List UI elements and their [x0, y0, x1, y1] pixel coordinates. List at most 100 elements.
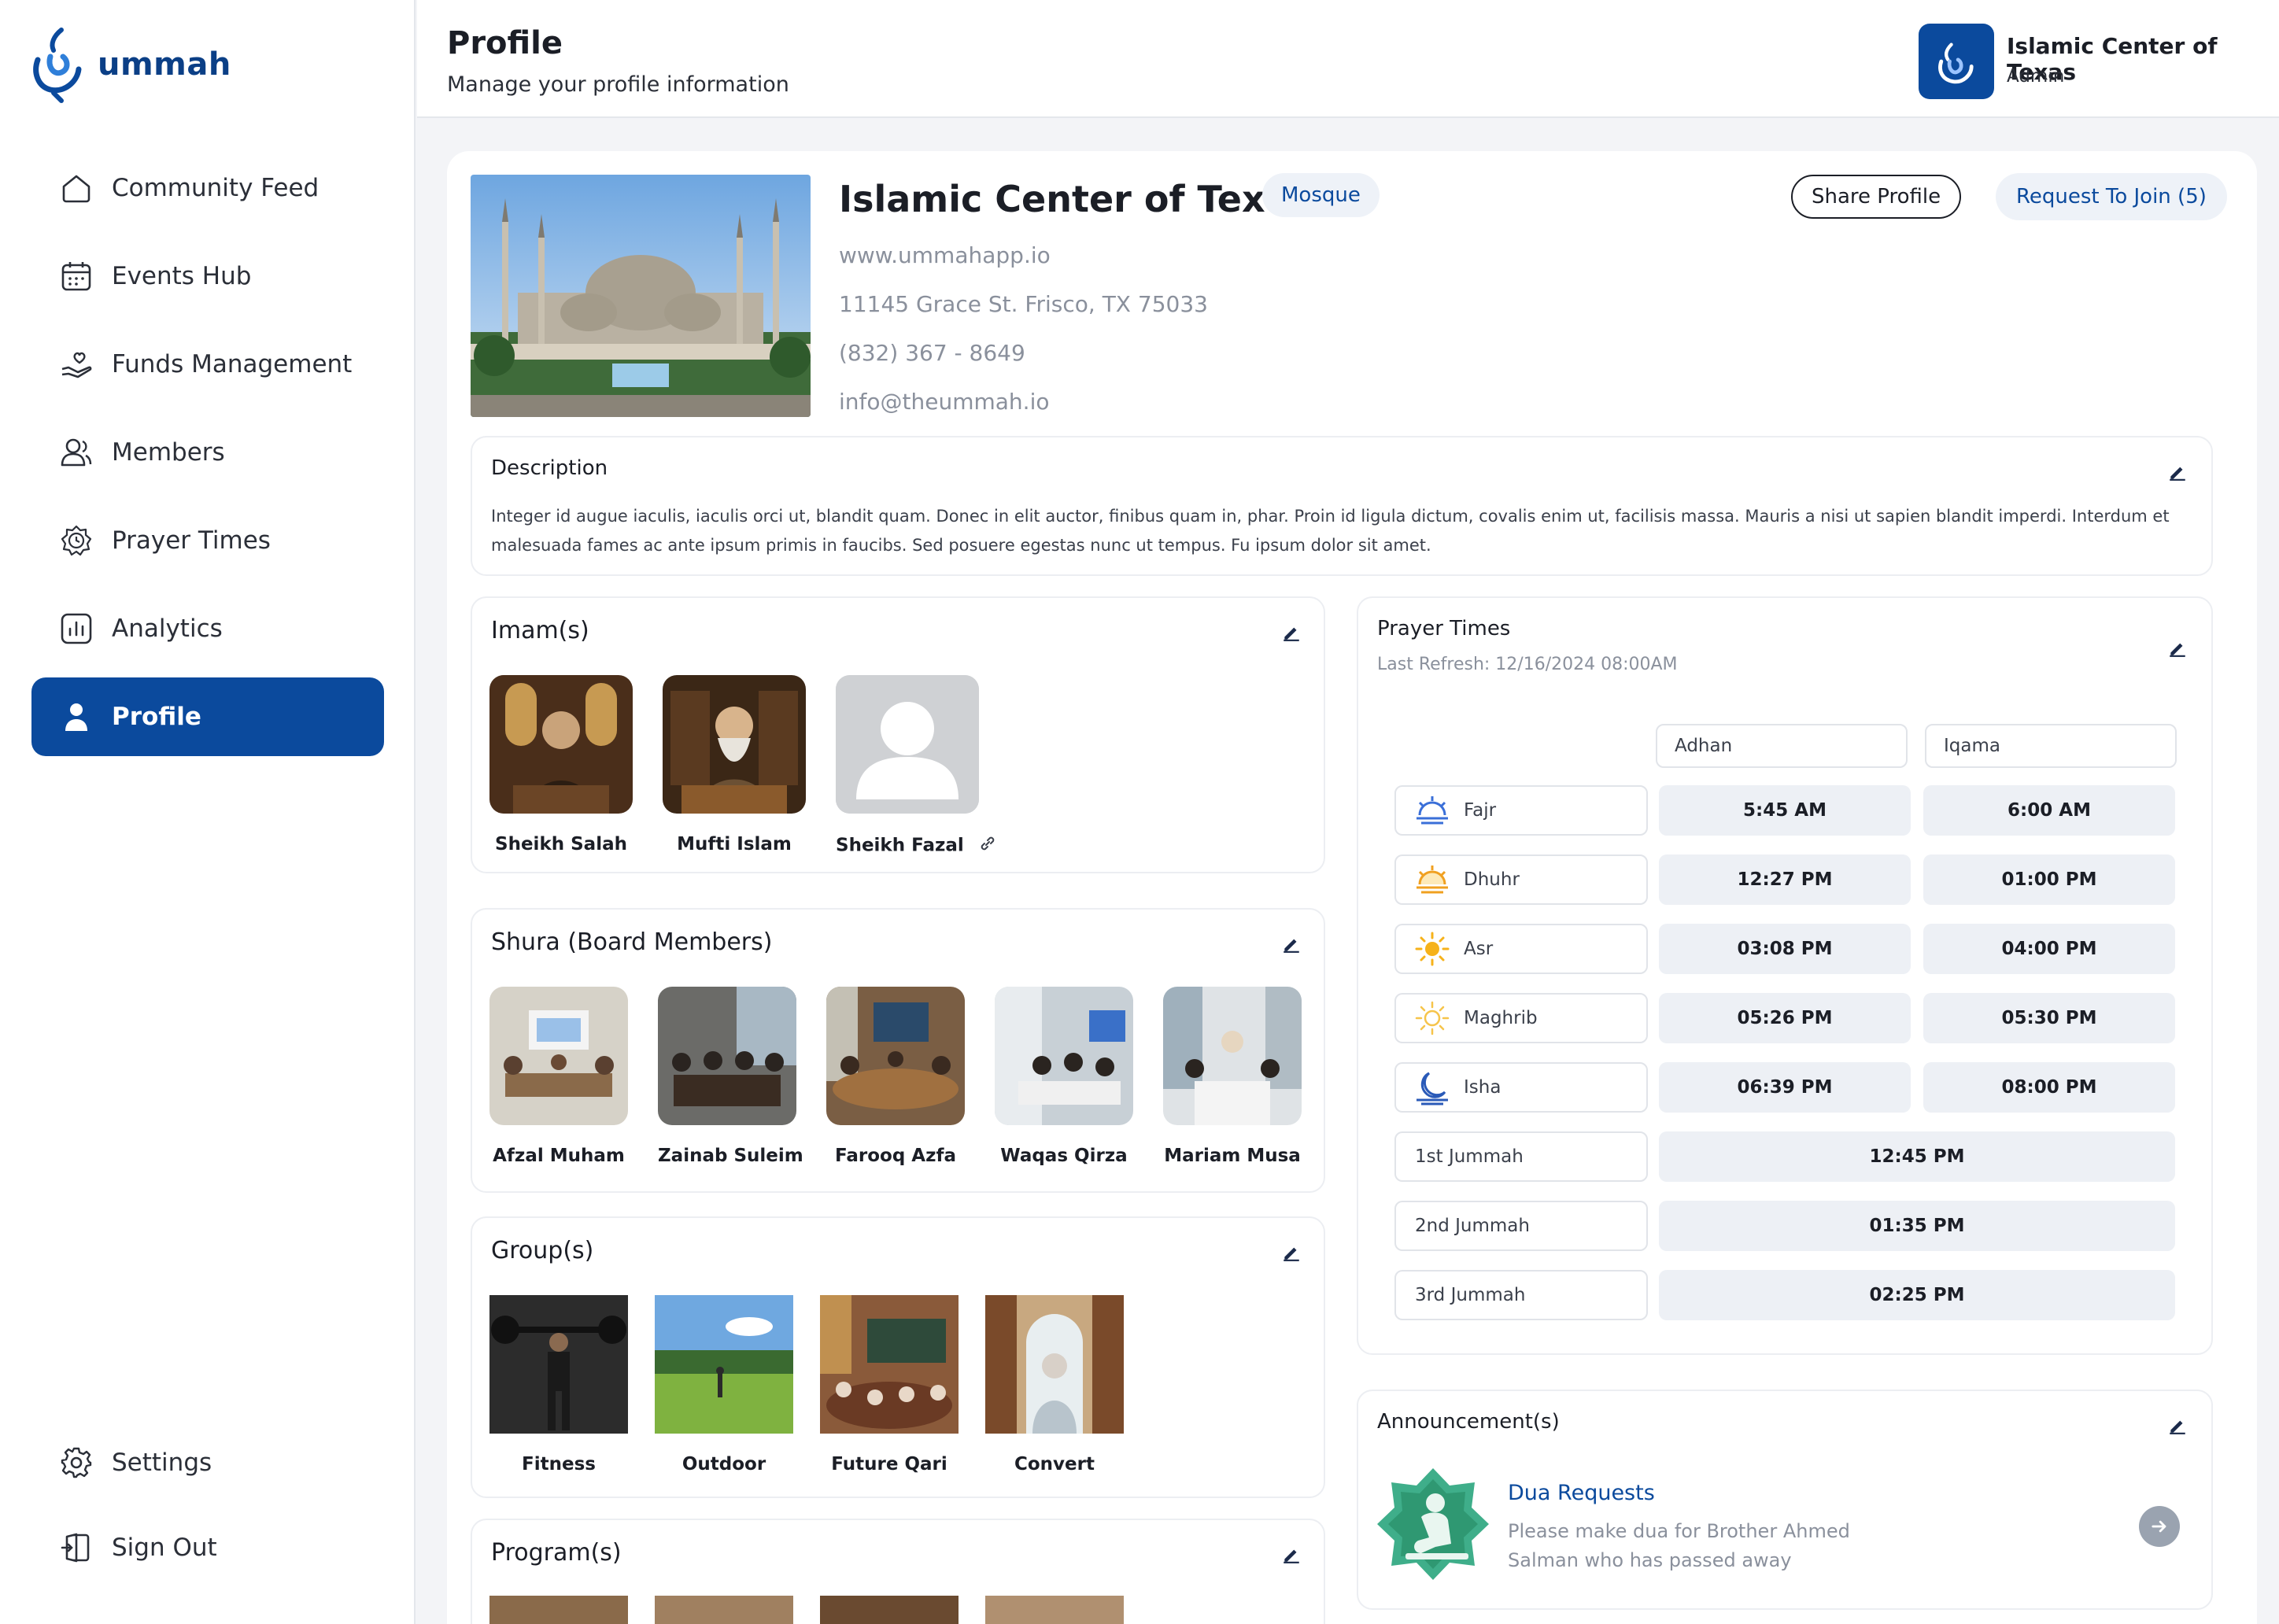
app-logo[interactable]: ummah: [30, 25, 231, 104]
sun-icon: [1410, 927, 1454, 971]
sidebar-item-community-feed[interactable]: Community Feed: [31, 149, 384, 227]
program-photo[interactable]: [985, 1596, 1124, 1624]
sidebar-item-prayer-times[interactable]: Prayer Times: [31, 501, 384, 580]
1st-jummah-time[interactable]: 12:45 PM: [1659, 1131, 2175, 1182]
sidebar: ummah Community Feed Events Hub Funds Ma…: [0, 0, 416, 1624]
edit-icon[interactable]: [2164, 458, 2191, 485]
program-photo[interactable]: [655, 1596, 793, 1624]
imams-panel: Imam(s) Sheikh Salah Mufti Islam Sheikh …: [471, 596, 1325, 873]
member-name: Farooq Azfa: [834, 1146, 956, 1166]
maghrib-adhan-time[interactable]: 05:26 PM: [1659, 993, 1911, 1043]
group-card[interactable]: Outdoor: [655, 1295, 793, 1475]
maghrib-iqama-time[interactable]: 05:30 PM: [1923, 993, 2175, 1043]
imam-photo: [489, 675, 633, 814]
share-profile-button[interactable]: Share Profile: [1791, 175, 1962, 219]
shura-member-card[interactable]: Afzal Muham: [489, 987, 628, 1166]
imam-card[interactable]: Sheikh Fazal: [836, 675, 997, 858]
last-refresh-text: Last Refresh: 12/16/2024 08:00AM: [1377, 655, 1678, 674]
group-card[interactable]: Future Qari: [820, 1295, 959, 1475]
moon-icon: [1410, 1065, 1454, 1109]
sidebar-item-members[interactable]: Members: [31, 413, 384, 492]
profile-type-badge: Mosque: [1262, 173, 1380, 217]
member-name: Afzal Muham: [493, 1146, 625, 1166]
member-photo: [658, 987, 796, 1125]
3rd-jummah-time[interactable]: 02:25 PM: [1659, 1270, 2175, 1320]
isha-iqama-time[interactable]: 08:00 PM: [1923, 1062, 2175, 1113]
profile-website[interactable]: www.ummahapp.io: [839, 242, 1051, 268]
shura-title: Shura (Board Members): [491, 928, 773, 956]
sidebar-item-sign-out[interactable]: Sign Out: [31, 1508, 384, 1587]
imam-name: Mufti Islam: [677, 834, 792, 854]
asr-iqama-time[interactable]: 04:00 PM: [1923, 924, 2175, 974]
profile-address: 11145 Grace St. Frisco, TX 75033: [839, 291, 1208, 317]
fajr-adhan-time[interactable]: 5:45 AM: [1659, 785, 1911, 836]
program-photo[interactable]: [820, 1596, 959, 1624]
sidebar-item-settings[interactable]: Settings: [31, 1423, 384, 1502]
shura-member-card[interactable]: Zainab Suleim: [658, 987, 803, 1166]
asr-adhan-time[interactable]: 03:08 PM: [1659, 924, 1911, 974]
group-name: Outdoor: [681, 1454, 766, 1475]
program-photo[interactable]: [489, 1596, 628, 1624]
imam-card[interactable]: Sheikh Salah: [489, 675, 633, 854]
app-name: ummah: [98, 46, 231, 83]
sunrise-icon: [1410, 788, 1454, 832]
sidebar-item-analytics[interactable]: Analytics: [31, 589, 384, 668]
sign-out-icon: [58, 1530, 94, 1566]
group-name: Fitness: [522, 1454, 596, 1475]
sidebar-item-label: Prayer Times: [112, 526, 271, 555]
sidebar-item-label: Sign Out: [112, 1534, 217, 1562]
shura-member-card[interactable]: Mariam Musa: [1163, 987, 1302, 1166]
sidebar-item-label: Analytics: [112, 615, 223, 643]
link-icon[interactable]: [978, 834, 997, 858]
profile-email[interactable]: info@theummah.io: [839, 389, 1049, 415]
group-card[interactable]: Convert: [985, 1295, 1124, 1475]
imam-card[interactable]: Mufti Islam: [663, 675, 806, 854]
prayer-name-fajr: Fajr: [1394, 785, 1648, 836]
member-photo: [1163, 987, 1302, 1125]
clock-icon: [58, 522, 94, 559]
request-to-join-button[interactable]: Request To Join (5): [1996, 173, 2227, 220]
group-name: Convert: [1014, 1454, 1095, 1475]
arrow-right-icon[interactable]: [2139, 1506, 2180, 1547]
edit-icon[interactable]: [1278, 618, 1305, 645]
edit-icon[interactable]: [1278, 1541, 1305, 1567]
top-bar: Profile Manage your profile information …: [417, 0, 2279, 118]
announcement-title[interactable]: Dua Requests: [1508, 1481, 1655, 1505]
ummah-logo-icon: [33, 28, 82, 103]
group-name: Future Qari: [831, 1454, 947, 1475]
isha-adhan-time[interactable]: 06:39 PM: [1659, 1062, 1911, 1113]
sidebar-item-label: Events Hub: [112, 262, 252, 290]
prayer-times-panel: Prayer Times Last Refresh: 12/16/2024 08…: [1357, 596, 2213, 1355]
fajr-iqama-time[interactable]: 6:00 AM: [1923, 785, 2175, 836]
programs-title: Program(s): [491, 1539, 622, 1567]
edit-icon[interactable]: [2164, 634, 2191, 661]
prayer-name-maghrib: Maghrib: [1394, 993, 1648, 1043]
edit-icon[interactable]: [2164, 1412, 2191, 1438]
shura-member-card[interactable]: Farooq Azfa: [826, 987, 965, 1166]
member-photo: [489, 987, 628, 1125]
sidebar-item-profile[interactable]: Profile: [31, 677, 384, 756]
group-photo: [820, 1295, 959, 1434]
dhuhr-iqama-time[interactable]: 01:00 PM: [1923, 854, 2175, 905]
announcements-panel: Announcement(s) Dua Requests Please make…: [1357, 1390, 2213, 1610]
dhuhr-adhan-time[interactable]: 12:27 PM: [1659, 854, 1911, 905]
group-card[interactable]: Fitness: [489, 1295, 628, 1475]
groups-panel: Group(s) Fitness Outdoor Future Qari Con…: [471, 1216, 1325, 1498]
edit-icon[interactable]: [1278, 930, 1305, 957]
hand-heart-icon: [58, 346, 94, 382]
sidebar-item-events-hub[interactable]: Events Hub: [31, 237, 384, 316]
prayer-name-dhuhr: Dhuhr: [1394, 854, 1648, 905]
shura-member-card[interactable]: Waqas Qirza: [995, 987, 1133, 1166]
prayer-name-isha: Isha: [1394, 1062, 1648, 1113]
account-avatar[interactable]: [1919, 24, 1994, 99]
prayer-label: Maghrib: [1464, 1008, 1538, 1028]
prayer-times-title: Prayer Times: [1377, 617, 1511, 640]
2nd-jummah-time[interactable]: 01:35 PM: [1659, 1201, 2175, 1251]
description-text: Integer id augue iaculis, iaculis orci u…: [491, 507, 2170, 555]
description-title: Description: [491, 456, 608, 480]
group-photo: [489, 1295, 628, 1434]
profile-name: Islamic Center of Texas: [839, 178, 1312, 220]
sidebar-item-funds-management[interactable]: Funds Management: [31, 325, 384, 404]
edit-icon[interactable]: [1278, 1238, 1305, 1265]
announcement-body: Please make dua for Brother Ahmed Salman…: [1508, 1520, 1850, 1571]
